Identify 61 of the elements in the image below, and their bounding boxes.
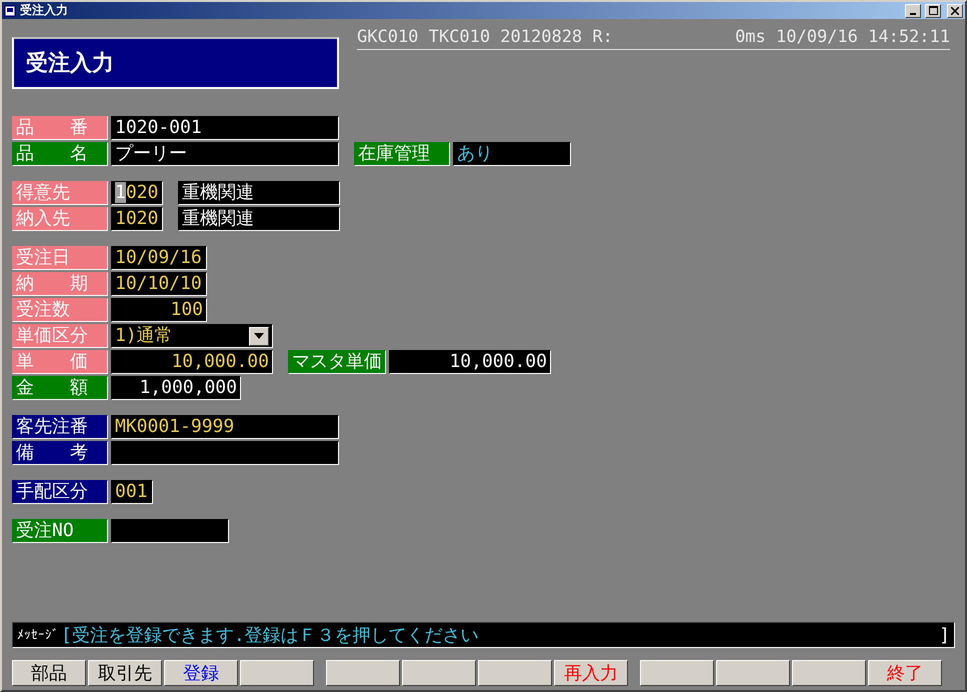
- function-key[interactable]: [402, 660, 476, 686]
- field-label: 在庫管理: [354, 142, 450, 166]
- close-button[interactable]: [947, 4, 963, 18]
- input-field[interactable]: プーリー: [111, 142, 339, 166]
- message-text: 受注を登録できます.登録はＦ３を押してください: [72, 624, 480, 647]
- screen-title: 受注入力: [12, 37, 339, 89]
- function-key[interactable]: [326, 660, 400, 686]
- window-icon: [4, 4, 16, 16]
- field-label: 受注NO: [12, 519, 108, 543]
- input-field[interactable]: 10/10/10: [111, 272, 207, 296]
- input-field[interactable]: 重機関連: [178, 207, 340, 231]
- bracket: ]: [939, 624, 950, 646]
- input-field[interactable]: 1020: [111, 181, 163, 205]
- input-field[interactable]: 100: [111, 298, 207, 322]
- dropdown-button[interactable]: [249, 326, 269, 346]
- status-info: GKC010 TKC010 20120828 R:: [357, 27, 613, 47]
- field-label: 手配区分: [12, 480, 108, 504]
- minimize-button[interactable]: [905, 4, 921, 18]
- bracket: [: [61, 624, 72, 646]
- input-field[interactable]: 001: [111, 480, 153, 504]
- field-label: 単 価: [12, 350, 108, 374]
- minimize-icon: [910, 12, 916, 14]
- field-label: 納入先: [12, 207, 108, 231]
- input-field[interactable]: あり: [453, 142, 571, 166]
- function-key[interactable]: [792, 660, 866, 686]
- input-field[interactable]: [111, 519, 229, 543]
- input-field[interactable]: 10/09/16: [111, 246, 207, 270]
- field-label: マスタ単価: [288, 350, 386, 374]
- input-field[interactable]: 10,000.00: [111, 350, 273, 374]
- input-field[interactable]: [111, 441, 339, 465]
- field-label: 受注日: [12, 246, 108, 270]
- maximize-icon: [928, 6, 938, 15]
- field-label: 受注数: [12, 298, 108, 322]
- field-label: 得意先: [12, 181, 108, 205]
- field-label: 備 考: [12, 441, 108, 465]
- message-label: ﾒｯｾｰｼﾞ: [17, 628, 59, 642]
- input-field[interactable]: 10,000.00: [389, 350, 551, 374]
- function-key[interactable]: [240, 660, 314, 686]
- function-key[interactable]: [478, 660, 552, 686]
- function-key[interactable]: 取引先: [88, 660, 162, 686]
- function-key[interactable]: 部品: [12, 660, 86, 686]
- function-key[interactable]: 登録: [164, 660, 238, 686]
- field-label: 品 番: [12, 116, 108, 140]
- input-field[interactable]: 1,000,000: [111, 376, 241, 400]
- field-label: 金 額: [12, 376, 108, 400]
- window-title: 受注入力: [20, 2, 69, 19]
- maximize-button[interactable]: [925, 4, 941, 18]
- field-label: 客先注番: [12, 415, 108, 439]
- caret-icon: [254, 333, 264, 339]
- input-field[interactable]: 1020: [111, 207, 163, 231]
- select-field[interactable]: 1)通常: [111, 324, 273, 348]
- field-label: 納 期: [12, 272, 108, 296]
- function-key[interactable]: [640, 660, 714, 686]
- field-label: 品 名: [12, 142, 108, 166]
- input-field[interactable]: 1020-001: [111, 116, 339, 140]
- function-key[interactable]: [716, 660, 790, 686]
- input-field[interactable]: MK0001-9999: [111, 415, 339, 439]
- close-icon: [951, 6, 959, 14]
- input-field[interactable]: 重機関連: [178, 181, 340, 205]
- status-time: 0ms 10/09/16 14:52:11: [735, 27, 950, 47]
- field-label: 単価区分: [12, 324, 108, 348]
